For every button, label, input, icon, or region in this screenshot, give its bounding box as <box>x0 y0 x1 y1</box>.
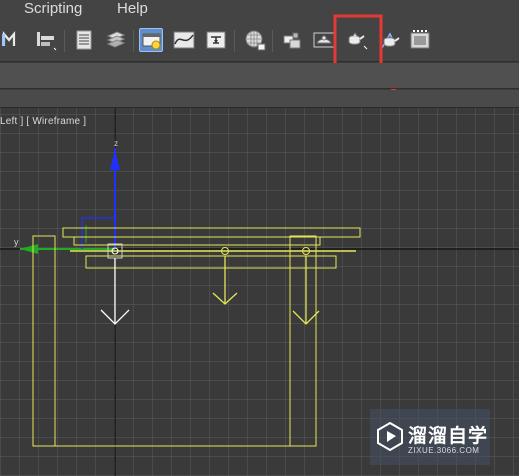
render-production-icon[interactable] <box>344 28 368 52</box>
layer-manager-icon[interactable] <box>104 28 128 52</box>
viewport-label[interactable]: Left ] [ Wireframe ] <box>0 116 86 127</box>
toggle-ribbon-icon[interactable] <box>139 28 163 52</box>
watermark-title: 溜溜自学 <box>408 425 489 447</box>
scene-explorer-icon[interactable] <box>72 28 96 52</box>
menu-scripting[interactable]: Scripting <box>24 0 82 18</box>
rendered-frame-window-icon[interactable] <box>312 28 336 52</box>
main-toolbar <box>0 18 519 62</box>
align-icon[interactable] <box>34 28 58 52</box>
axis-label-y: y <box>14 237 19 247</box>
toolbar-separator <box>64 30 65 52</box>
menu-bar: Scripting Help <box>0 0 519 18</box>
named-selection-icon[interactable] <box>2 28 26 52</box>
toolbar-separator <box>234 30 235 52</box>
watermark-url: ZIXUE.3066.COM <box>408 446 480 455</box>
material-editor-icon[interactable] <box>243 28 267 52</box>
command-band <box>0 63 519 89</box>
curve-editor-icon[interactable] <box>172 28 196 52</box>
watermark-logo-icon <box>377 421 403 451</box>
environment-icon[interactable] <box>408 28 432 52</box>
toolbar-separator <box>272 30 273 52</box>
viewport-tabs-band <box>0 90 519 108</box>
render-setup-icon[interactable] <box>280 28 304 52</box>
schematic-view-icon[interactable] <box>204 28 228 52</box>
toolbar-separator <box>133 30 134 52</box>
render-iterative-icon[interactable] <box>378 28 402 52</box>
axis-label-z: z <box>114 139 118 148</box>
menu-help[interactable]: Help <box>117 0 148 18</box>
